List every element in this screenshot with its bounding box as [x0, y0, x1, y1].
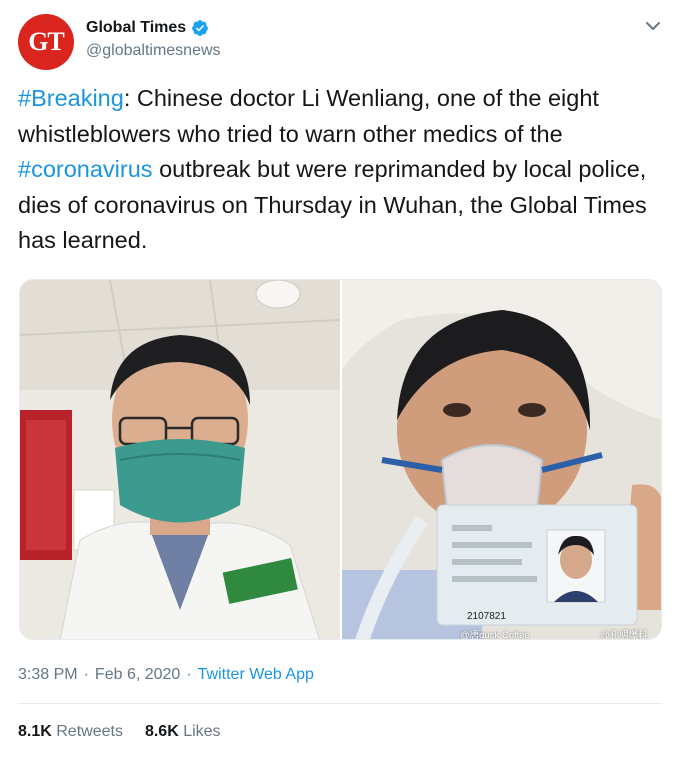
likes-count: 8.6K: [144, 723, 179, 740]
tweet-timestamp-row: 3:38 PM · Feb 6, 2020 · Twitter Web App: [18, 666, 314, 684]
hospital-bed-with-oxygen-mask-and-id-card-photo[interactable]: 2107821 @唐duck Coffee @孔明爆料: [342, 280, 661, 639]
id-number-text: 2107821: [467, 611, 506, 622]
hashtag-breaking-link[interactable]: #Breaking: [18, 85, 124, 111]
retweets-count: 8.1K: [18, 723, 52, 740]
tweet-date[interactable]: Feb 6, 2020: [95, 666, 180, 684]
tweet-time[interactable]: 3:38 PM: [18, 666, 78, 684]
separator-dot: ·: [186, 666, 192, 683]
divider: [18, 703, 662, 704]
selfie-illustration: [20, 280, 340, 639]
tweet-source-link[interactable]: Twitter Web App: [198, 666, 314, 684]
retweets-label: Retweets: [56, 723, 123, 740]
tweet-text: #Breaking: Chinese doctor Li Wenliang, o…: [18, 81, 668, 259]
author-name-row[interactable]: Global Times: [86, 19, 209, 37]
likes-stat[interactable]: 8.6K Likes: [145, 723, 221, 741]
avatar[interactable]: GT: [18, 14, 74, 70]
author-handle[interactable]: @globaltimesnews: [86, 42, 221, 60]
likes-label: Likes: [183, 723, 221, 740]
hashtag-coronavirus-link[interactable]: #coronavirus: [18, 156, 153, 182]
photo-watermark-2: @孔明爆料: [600, 630, 648, 639]
selfie-wearing-mask-photo[interactable]: [20, 280, 340, 639]
tweet-media: 2107821 @唐duck Coffee @孔明爆料: [19, 279, 662, 640]
display-name[interactable]: Global Times: [86, 19, 186, 37]
separator-dot: ·: [83, 666, 89, 683]
hospital-illustration: [342, 280, 661, 639]
tweet-stats: 8.1K Retweets 8.6K Likes: [18, 723, 243, 741]
avatar-logo-text: GT: [28, 27, 65, 56]
retweets-stat[interactable]: 8.1K Retweets: [18, 723, 123, 741]
photo-watermark-1: @唐duck Coffee: [460, 630, 530, 639]
chevron-down-icon[interactable]: [641, 14, 665, 38]
tweet: GT Global Times @globaltimesnews #Breaki…: [0, 0, 680, 764]
verified-badge-icon: [192, 20, 209, 36]
